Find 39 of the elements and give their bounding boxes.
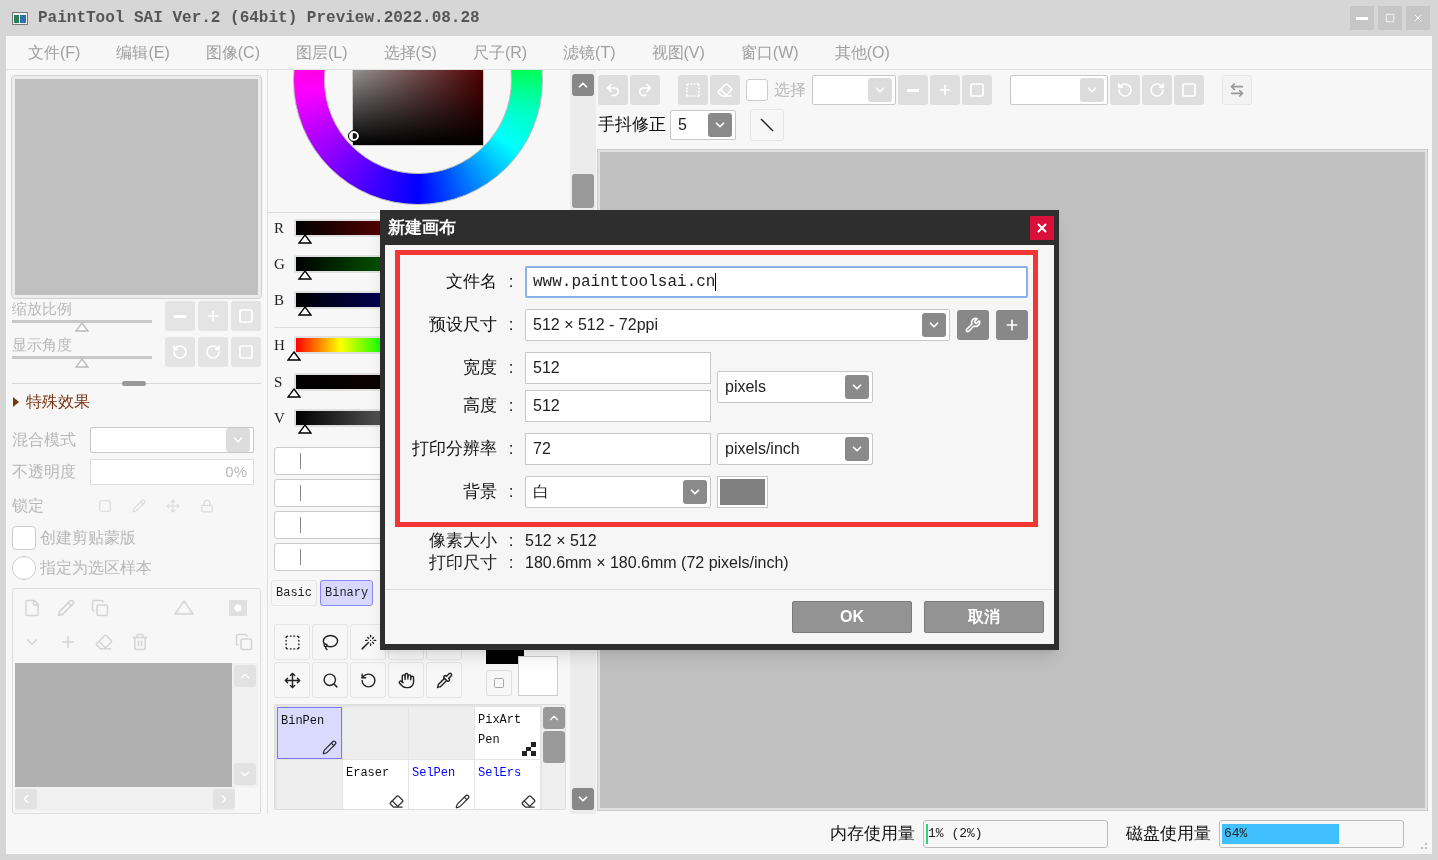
channel-label: S: [274, 373, 284, 391]
field-label: 背景: [462, 481, 497, 504]
colon: :: [507, 530, 515, 553]
field-label: 宽度: [462, 357, 497, 380]
channel-label: V: [274, 409, 286, 427]
field-label: 高度: [462, 395, 497, 418]
usage-reading: 64%: [1223, 825, 1248, 844]
field-label: 混合模式: [12, 430, 77, 450]
colon: :: [507, 314, 515, 337]
field-label: 锁定: [12, 496, 45, 516]
colon: :: [507, 395, 515, 418]
info-label: 像素大小: [428, 530, 497, 553]
usage-reading: 1% (2%): [927, 825, 983, 844]
info-label: 打印尺寸: [428, 552, 497, 575]
window-title: PaintTool SAI Ver.2 (64bit) Preview.2022.08.28: [38, 8, 480, 29]
field-label: 不透明度: [12, 462, 77, 482]
field-label: 文件名: [445, 271, 497, 294]
radio-label: 指定为选区样本: [40, 558, 152, 578]
channel-label: R: [274, 219, 285, 237]
channel-label: B: [274, 291, 285, 309]
slider-label: 显示角度: [12, 335, 73, 354]
checkbox-label: 选择: [774, 80, 806, 100]
colon: :: [507, 552, 515, 575]
colon: :: [507, 357, 515, 380]
channel-label: H: [274, 336, 286, 354]
channel-label: G: [274, 255, 286, 273]
field-label: 打印分辨率: [411, 438, 497, 461]
colon: :: [507, 438, 515, 461]
slider-label: 缩放比例: [12, 299, 73, 318]
info-value: 512 × 512: [525, 531, 597, 551]
info-value: 180.6mm × 180.6mm (72 pixels/inch): [525, 553, 789, 573]
field-label: 手抖修正: [598, 114, 666, 137]
colon: :: [507, 271, 515, 294]
field-label: 预设尺寸: [428, 314, 497, 337]
colon: :: [507, 481, 515, 504]
status-label: 内存使用量: [830, 823, 915, 846]
checkbox-label: 创建剪贴蒙版: [40, 528, 136, 548]
status-label: 磁盘使用量: [1126, 823, 1211, 846]
dialog-title: 新建画布: [388, 216, 456, 239]
